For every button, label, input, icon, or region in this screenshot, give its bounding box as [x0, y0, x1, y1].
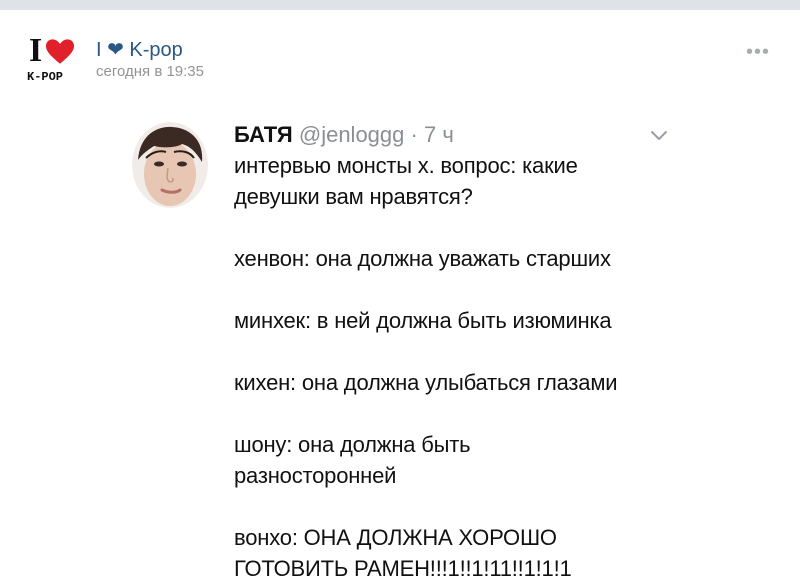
community-name-link[interactable]: I ❤ K-pop — [96, 37, 183, 62]
avatar[interactable] — [132, 122, 208, 208]
tweet-author-name[interactable]: БАТЯ — [234, 122, 293, 147]
separator-dot: · — [410, 122, 418, 147]
tweet-line: интервью монсты х. вопрос: какие — [234, 153, 578, 178]
chevron-down-icon[interactable] — [650, 130, 668, 142]
tweet-text: интервью монсты х. вопрос: какие девушки… — [234, 150, 754, 584]
tweet-line: кихен: она должна улыбаться глазами — [234, 370, 618, 395]
tweet-line: хенвон: она должна уважать старших — [234, 246, 611, 271]
community-logo[interactable]: I K-POP — [27, 34, 79, 90]
logo-letter: I — [29, 32, 43, 69]
logo-text: K-POP — [27, 70, 64, 84]
avatar-image — [132, 122, 208, 208]
tweet-author-line: БАТЯ @jenloggg · 7 ч — [234, 122, 454, 148]
more-dots-icon[interactable]: ••• — [746, 42, 774, 62]
tweet-time: 7 ч — [423, 122, 454, 147]
top-strip — [0, 0, 800, 10]
tweet-line: вонхо: ОНА ДОЛЖНА ХОРОШО — [234, 525, 557, 550]
tweet-line: ГОТОВИТЬ РАМЕН!!!1!!1!11!!1!1!1 — [234, 556, 572, 581]
tweet-author-handle[interactable]: @jenloggg — [299, 122, 405, 147]
tweet-line: разносторонней — [234, 463, 397, 488]
heart-icon — [45, 39, 75, 64]
post-header: I K-POP I ❤ K-pop сегодня в 19:35 ••• — [0, 10, 800, 90]
tweet-line: девушки вам нравятся? — [234, 184, 473, 209]
tweet-line: шону: она должна быть — [234, 432, 471, 457]
post-timestamp[interactable]: сегодня в 19:35 — [96, 63, 204, 80]
tweet-line: минхек: в ней должна быть изюминка — [234, 308, 612, 333]
